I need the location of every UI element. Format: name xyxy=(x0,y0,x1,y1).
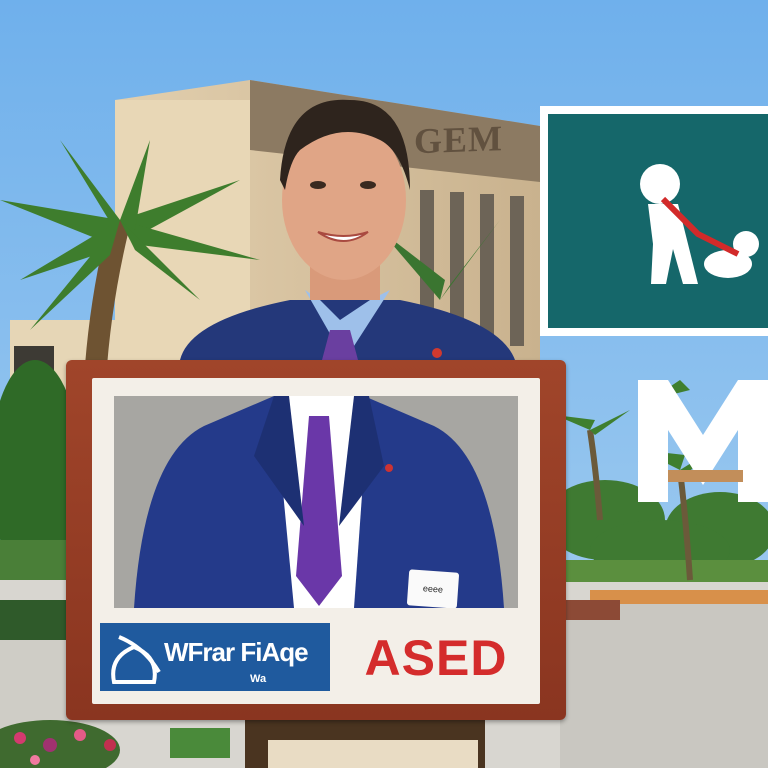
placard-mat: eeee WFrar FiAqe Wa ASED xyxy=(92,378,540,704)
logo-text: WFrar FiAqe xyxy=(164,637,309,667)
placard-photo: eeee xyxy=(114,396,518,608)
m-letter-sign-icon xyxy=(638,380,768,502)
logo-subtext: Wa xyxy=(250,673,267,685)
placard-frame: eeee WFrar FiAqe Wa ASED xyxy=(66,360,566,720)
name-tag: eeee xyxy=(406,569,460,608)
building-sign: GEM xyxy=(414,118,503,162)
photo-scene: GEM eeee WFrar FiAqe Wa ASED xyxy=(0,0,768,773)
placard-red-text: ASED xyxy=(364,630,508,686)
pictogram-sign xyxy=(540,106,768,336)
person-with-child-pictogram-icon xyxy=(640,164,759,284)
placard-logo: WFrar FiAqe Wa xyxy=(100,623,330,691)
cup-logo-icon xyxy=(111,635,161,684)
